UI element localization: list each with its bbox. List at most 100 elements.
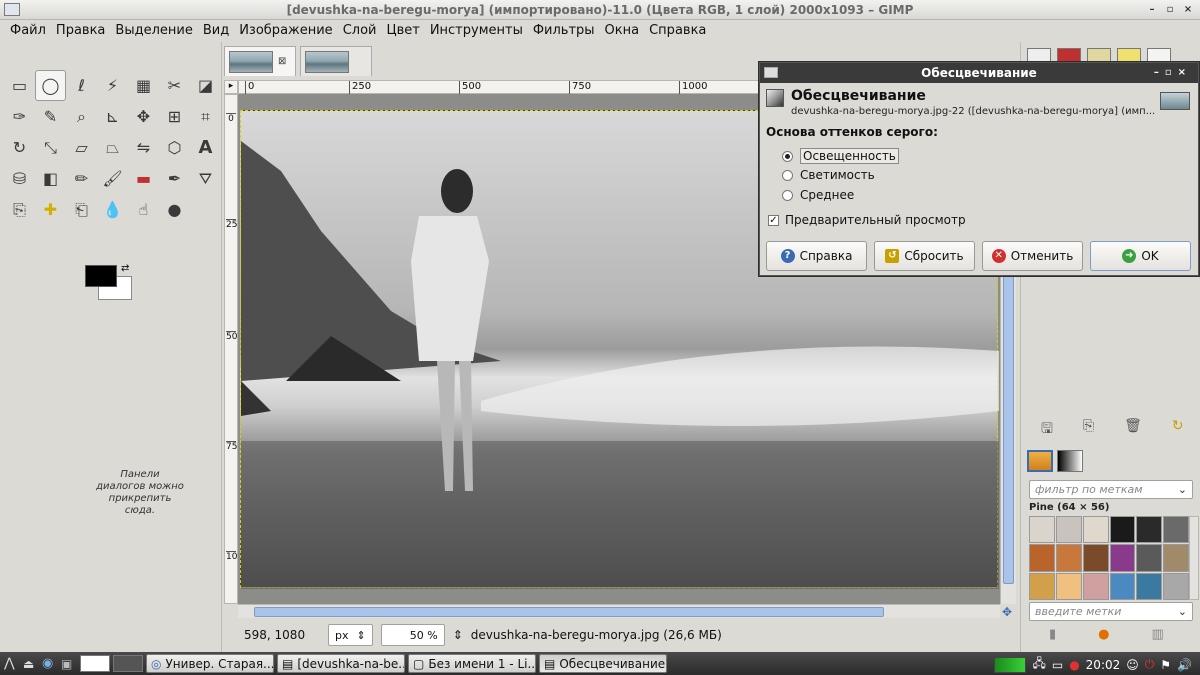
foreground-select-icon[interactable]: ◪ <box>190 70 221 101</box>
pattern-swatch[interactable] <box>1055 544 1082 572</box>
image-tab-1[interactable]: ⊠ <box>224 46 296 76</box>
delete-icon[interactable]: 🗑 <box>1124 418 1142 442</box>
horizontal-scrollbar[interactable] <box>238 604 1000 618</box>
maximize-button[interactable]: ▫ <box>1162 2 1178 17</box>
minimize-button[interactable]: – <box>1144 2 1160 17</box>
pattern-swatch[interactable] <box>1029 516 1055 544</box>
user-icon[interactable]: ☺ <box>1126 658 1139 672</box>
by-color-select-icon[interactable]: ▦ <box>128 70 159 101</box>
save-icon[interactable]: 🖫 <box>1041 418 1053 442</box>
radio-button[interactable] <box>782 169 793 181</box>
scale-icon[interactable]: ⤡ <box>35 132 66 163</box>
airbrush-icon[interactable]: ✒ <box>159 163 190 194</box>
pattern-swatch[interactable] <box>1029 544 1055 572</box>
radio-lightness[interactable]: Освещенность <box>782 148 899 164</box>
windows-icon[interactable]: ▣ <box>61 657 77 671</box>
menu-select[interactable]: Выделение <box>110 20 197 42</box>
fuzzy-select-icon[interactable]: ⚡ <box>97 70 128 101</box>
pattern-scrollbar[interactable] <box>1189 516 1199 600</box>
perspective-clone-icon[interactable]: ⎗ <box>66 194 97 225</box>
pattern-swatch[interactable] <box>1163 516 1189 544</box>
network-icon[interactable]: 🖧 <box>1032 654 1045 675</box>
measure-icon[interactable]: ⊾ <box>97 101 128 132</box>
desktop-preview[interactable] <box>80 655 110 672</box>
dialog-window-controls[interactable]: –▫× <box>1154 63 1192 83</box>
duplicate-icon[interactable]: ⎘ <box>1083 418 1094 442</box>
pattern-swatch[interactable] <box>1109 516 1136 544</box>
menu-filters[interactable]: Фильтры <box>528 20 600 42</box>
radio-button[interactable] <box>782 189 793 201</box>
pattern-swatch[interactable] <box>1109 572 1136 600</box>
zoom-select[interactable]: 50 % <box>380 624 445 646</box>
ink-icon[interactable]: ⛛ <box>190 163 221 194</box>
flag-icon[interactable]: ⚑ <box>1160 658 1171 672</box>
bucket-fill-icon[interactable]: ⛁ <box>4 163 35 194</box>
pattern-swatch[interactable] <box>1055 572 1082 600</box>
menu-image[interactable]: Изображение <box>234 20 337 42</box>
refresh-icon[interactable]: ↻ <box>1172 418 1184 442</box>
tag-filter-combo[interactable]: фильтр по меткам ⌄ <box>1029 480 1193 499</box>
edit-icon[interactable]: ▮ <box>1049 627 1056 642</box>
tags-entry[interactable]: введите метки ⌄ <box>1029 602 1193 621</box>
flip-icon[interactable]: ⇋ <box>128 132 159 163</box>
move-icon[interactable]: ✥ <box>128 101 159 132</box>
scroll-thumb[interactable] <box>254 607 884 617</box>
pattern-swatch[interactable] <box>1136 516 1163 544</box>
patterns-tab[interactable] <box>1027 450 1053 472</box>
new-icon[interactable]: ● <box>1098 627 1109 642</box>
zoom-icon[interactable]: ⌕ <box>66 101 97 132</box>
eraser-icon[interactable]: ▬ <box>128 163 159 194</box>
align-icon[interactable]: ⊞ <box>159 101 190 132</box>
menu-file[interactable]: Файл <box>5 20 51 42</box>
pattern-swatch[interactable] <box>1163 572 1189 600</box>
perspective-icon[interactable]: ⏢ <box>97 132 128 163</box>
color-picker-icon[interactable]: ✎ <box>35 101 66 132</box>
pencil-icon[interactable]: ✏ <box>66 163 97 194</box>
desktop-preview[interactable] <box>113 655 143 672</box>
clock[interactable]: 20:02 <box>1086 658 1121 672</box>
dodge-burn-icon[interactable]: ● <box>159 194 190 225</box>
close-button[interactable]: × <box>1180 2 1196 17</box>
shear-icon[interactable]: ▱ <box>66 132 97 163</box>
radio-luminosity[interactable]: Светимость <box>782 168 875 182</box>
text-icon[interactable]: A <box>190 132 221 163</box>
checkbox[interactable]: ✓ <box>768 214 779 226</box>
battery-icon[interactable]: ▭ <box>1052 658 1063 672</box>
blur-icon[interactable]: 💧 <box>97 194 128 225</box>
pattern-swatch[interactable] <box>1055 516 1082 544</box>
pattern-swatch[interactable] <box>1109 544 1136 572</box>
foreground-color[interactable] <box>85 265 117 287</box>
menu-layer[interactable]: Слой <box>338 20 382 42</box>
close-tab-icon[interactable]: ⊠ <box>278 56 286 67</box>
power-icon[interactable]: ⏻ <box>1145 657 1155 672</box>
crop-icon[interactable]: ⌗ <box>190 101 221 132</box>
pattern-swatch[interactable] <box>1136 544 1163 572</box>
pattern-swatch[interactable] <box>1029 572 1055 600</box>
rect-select-icon[interactable]: ▭ <box>4 70 35 101</box>
reset-button[interactable]: ↺ Сбросить <box>874 241 975 271</box>
paths-icon[interactable]: ✑ <box>4 101 35 132</box>
navigate-icon[interactable]: ✥ <box>1002 605 1012 619</box>
browser-icon[interactable]: ◉ <box>42 656 58 671</box>
gradients-tab[interactable] <box>1057 450 1083 472</box>
menu-help[interactable]: Справка <box>644 20 711 42</box>
menu-launcher-icon[interactable]: ⋀ <box>4 656 20 671</box>
pattern-swatch[interactable] <box>1082 516 1109 544</box>
clone-icon[interactable]: ⎘ <box>4 194 35 225</box>
help-button[interactable]: ? Справка <box>766 241 867 271</box>
menu-windows[interactable]: Окна <box>600 20 645 42</box>
ok-button[interactable]: ➜ OK <box>1090 241 1191 271</box>
menu-tools[interactable]: Инструменты <box>425 20 528 42</box>
menu-edit[interactable]: Правка <box>51 20 110 42</box>
taskbar-item[interactable]: ◎ Унивеp. Старая... <box>146 654 274 673</box>
ellipse-select-icon[interactable]: ◯ <box>35 70 66 101</box>
pattern-swatch[interactable] <box>1082 572 1109 600</box>
radio-average[interactable]: Среднее <box>782 188 854 202</box>
record-icon[interactable]: ● <box>1069 658 1079 672</box>
pattern-swatch[interactable] <box>1136 572 1163 600</box>
pattern-swatch[interactable] <box>1082 544 1109 572</box>
volume-icon[interactable]: 🔊 <box>1177 658 1192 672</box>
cancel-button[interactable]: ✕ Отменить <box>982 241 1083 271</box>
menu-colors[interactable]: Цвет <box>381 20 424 42</box>
rotate-icon[interactable]: ↻ <box>4 132 35 163</box>
